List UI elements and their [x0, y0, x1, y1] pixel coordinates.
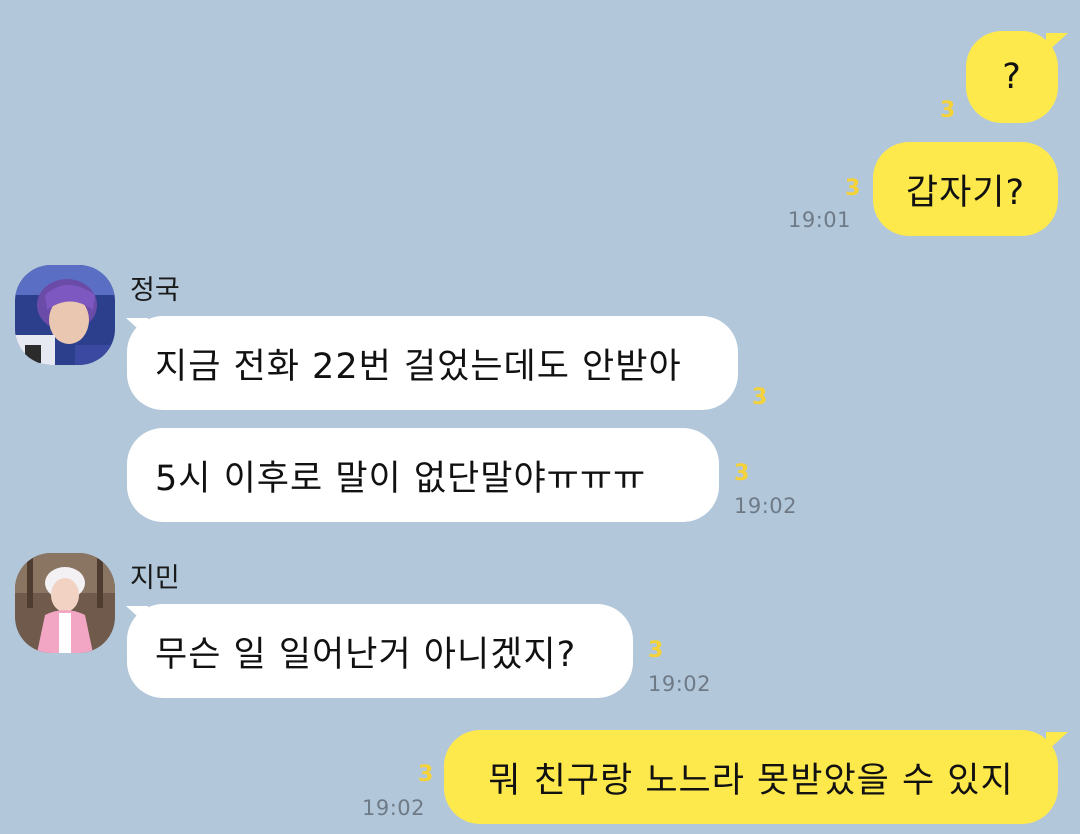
avatar-jungkook[interactable] [15, 265, 115, 365]
bubble-tail [126, 606, 148, 626]
bubble-tail [1046, 732, 1068, 752]
timestamp: 19:01 [788, 208, 852, 232]
their-message-bubble[interactable]: 무슨 일 일어난거 아니겠지? [127, 604, 633, 698]
unread-count: 3 [648, 638, 664, 663]
bubble-tail [1046, 33, 1068, 53]
unread-count: 3 [734, 461, 750, 486]
my-message-bubble[interactable]: ? [966, 31, 1058, 123]
my-message-bubble[interactable]: 뭐 친구랑 노느라 못받았을 수 있지 [444, 730, 1058, 824]
profile-photo-icon [15, 553, 115, 653]
profile-photo-icon [15, 265, 115, 365]
my-message-bubble[interactable]: 갑자기? [873, 142, 1058, 236]
message-text: 무슨 일 일어난거 아니겠지? [155, 634, 577, 675]
timestamp: 19:02 [648, 672, 712, 696]
message-text: 5시 이후로 말이 없단말야ㅠㅠㅠ [155, 458, 647, 499]
timestamp: 19:02 [734, 494, 798, 518]
avatar-jimin[interactable] [15, 553, 115, 653]
message-text: 지금 전화 22번 걸었는데도 안받아 [155, 346, 682, 387]
sender-name: 지민 [130, 563, 180, 594]
their-message-bubble[interactable]: 5시 이후로 말이 없단말야ㅠㅠㅠ [127, 428, 719, 522]
message-text: 뭐 친구랑 노느라 못받았을 수 있지 [488, 760, 1014, 801]
their-message-bubble[interactable]: 지금 전화 22번 걸었는데도 안받아 [127, 316, 738, 410]
message-text: ? [1002, 57, 1022, 97]
bubble-tail [126, 318, 148, 338]
sender-name: 정국 [130, 275, 180, 306]
timestamp: 19:02 [362, 796, 426, 820]
unread-count: 3 [845, 176, 861, 201]
unread-count: 3 [752, 385, 768, 410]
unread-count: 3 [418, 762, 434, 787]
unread-count: 3 [940, 98, 956, 123]
message-text: 갑자기? [905, 172, 1026, 213]
